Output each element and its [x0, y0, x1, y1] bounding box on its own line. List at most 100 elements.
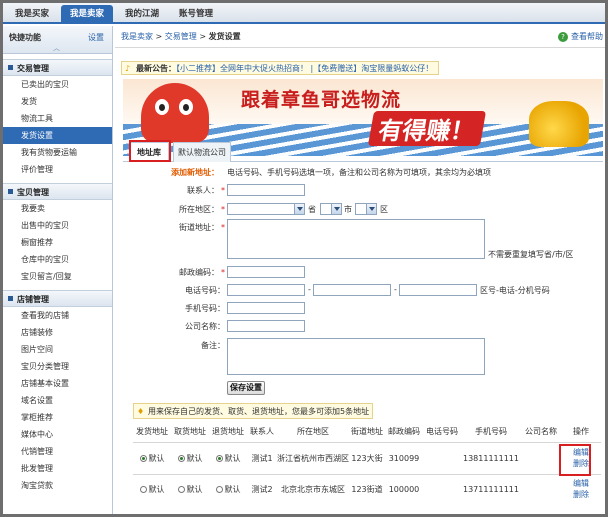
help-link[interactable]: ? 查看帮助 — [558, 26, 603, 48]
sidebar-item-decorate[interactable]: 店铺装修 — [3, 324, 112, 341]
save-settings-button[interactable]: 保存设置 — [227, 381, 265, 395]
sidebar-item-images[interactable]: 图片空间 — [3, 341, 112, 358]
district-select[interactable] — [355, 203, 377, 215]
remark-label: 备注： — [201, 341, 225, 350]
quick-functions-header: 快捷功能 设置 ︿ — [3, 26, 112, 54]
sidebar-item-ship[interactable]: 发货 — [3, 93, 112, 110]
radio-icon — [215, 486, 223, 493]
announcement-text[interactable]: 【小二推荐】全网年中大促火热招商！ |【免费赠送】淘宝限量蚂蚁公仔！ — [176, 64, 433, 73]
remark-textarea[interactable] — [227, 338, 485, 375]
announcement-bar: ♪ 最新公告：【小二推荐】全网年中大促火热招商！ |【免费赠送】淘宝限量蚂蚁公仔… — [121, 61, 439, 75]
col-phone: 电话号码 — [426, 427, 458, 436]
nav-buyer[interactable]: 我是买家 — [7, 5, 57, 24]
bell-icon: ♪ — [125, 64, 131, 73]
highlight-box-tab — [129, 140, 171, 162]
main-content: 我是卖家 > 交易管理 > 发货设置 ? 查看帮助 ♪ 最新公告：【小二推荐】全网… — [115, 26, 605, 514]
edit-link[interactable]: 编辑 — [561, 478, 601, 489]
lightbulb-icon: ♦ — [137, 407, 145, 416]
breadcrumb-seller[interactable]: 我是卖家 — [121, 32, 153, 41]
nav-seller[interactable]: 我是卖家 — [61, 5, 113, 24]
sidebar-item-logistics-tools[interactable]: 物流工具 — [3, 110, 112, 127]
return-default-radio[interactable]: 默认 — [209, 484, 247, 495]
delete-link[interactable]: 删除 — [561, 489, 601, 500]
col-zip: 邮政编码 — [388, 427, 420, 436]
sidebar-item-sell[interactable]: 我要卖 — [3, 200, 112, 217]
street-hint: 不需要重复填写省/市/区 — [488, 250, 574, 259]
phone-number-input[interactable] — [313, 284, 391, 296]
col-actions: 操作 — [573, 427, 589, 436]
col-return: 退货地址 — [212, 427, 244, 436]
quick-functions-title: 快捷功能 — [9, 33, 41, 42]
company-input[interactable] — [227, 320, 305, 332]
section-square-icon — [8, 189, 13, 194]
sidebar-item-on-sale[interactable]: 出售中的宝贝 — [3, 217, 112, 234]
highlight-box-actions — [559, 444, 591, 476]
sidebar-item-warehouse[interactable]: 仓库中的宝贝 — [3, 251, 112, 268]
col-mobile: 手机号码 — [475, 427, 507, 436]
row-region: 浙江省杭州市西湖区 — [277, 454, 349, 463]
contact-label: 联系人： * — [187, 186, 225, 195]
collapse-icon[interactable]: ︿ — [53, 43, 60, 53]
street-textarea[interactable] — [227, 219, 485, 259]
banner-slogan: 有得赚！ — [367, 111, 487, 146]
sidebar-section-items[interactable]: 宝贝管理 — [3, 183, 112, 200]
sidebar-section-store[interactable]: 店铺管理 — [3, 290, 112, 307]
region-label: 所在地区： * — [179, 205, 225, 214]
breadcrumb-sep: > — [199, 32, 207, 41]
breadcrumb-trade[interactable]: 交易管理 — [165, 32, 197, 41]
breadcrumb-sep: > — [155, 32, 163, 41]
row-mobile: 13811111111 — [463, 454, 519, 463]
announcement-label: 最新公告： — [136, 64, 176, 73]
sidebar-section-trade[interactable]: 交易管理 — [3, 59, 112, 76]
nav-jianghu[interactable]: 我的江湖 — [117, 5, 167, 24]
city-select[interactable] — [320, 203, 342, 215]
sidebar-item-wholesale[interactable]: 批发管理 — [3, 460, 112, 477]
contact-input[interactable] — [227, 184, 305, 196]
sidebar-item-loan[interactable]: 淘宝贷款 — [3, 477, 112, 494]
quick-settings-link[interactable]: 设置 — [88, 32, 104, 43]
address-tip: ♦ 用来保存自己的发货、取货、退货地址，您最多可添加5条地址 — [133, 403, 373, 419]
mobile-label: 手机号码： — [185, 304, 225, 313]
sidebar-item-domain[interactable]: 域名设置 — [3, 392, 112, 409]
col-pick: 取货地址 — [174, 427, 206, 436]
sidebar-item-messages[interactable]: 宝贝留言/回复 — [3, 268, 112, 285]
phone-hint: 区号-电话-分机号码 — [480, 286, 550, 295]
sidebar-item-consignment[interactable]: 代销管理 — [3, 443, 112, 460]
row-street: 123大街 — [351, 454, 383, 463]
return-default-radio[interactable]: 默认 — [209, 453, 247, 464]
sidebar-item-showcase[interactable]: 橱窗推荐 — [3, 234, 112, 251]
area-code-input[interactable] — [227, 284, 305, 296]
sidebar-item-sold[interactable]: 已卖出的宝贝 — [3, 76, 112, 93]
phone-label: 电话号码： — [185, 286, 225, 295]
row-region: 北京北京市东城区 — [281, 485, 345, 494]
sidebar-item-ship-settings[interactable]: 发货设置 — [3, 127, 112, 144]
row-contact: 测试2 — [251, 485, 273, 494]
sidebar-item-view-store[interactable]: 查看我的店铺 — [3, 307, 112, 324]
sidebar-item-media[interactable]: 媒体中心 — [3, 426, 112, 443]
table-row: 默认 默认 默认 测试2 北京北京市东城区 123街道 100000 13711… — [133, 474, 601, 504]
tab-default-courier[interactable]: 默认物流公司 — [173, 142, 231, 162]
ship-default-radio[interactable]: 默认 — [133, 453, 171, 464]
coins-icon — [529, 101, 589, 147]
nav-account[interactable]: 账号管理 — [171, 5, 221, 24]
sidebar-item-reviews[interactable]: 评价管理 — [3, 161, 112, 178]
radio-icon — [177, 486, 185, 493]
pick-default-radio[interactable]: 默认 — [171, 484, 209, 495]
sidebar-item-categories[interactable]: 宝贝分类管理 — [3, 358, 112, 375]
province-select[interactable] — [227, 203, 305, 215]
pick-default-radio[interactable]: 默认 — [171, 453, 209, 464]
sidebar-item-basic-settings[interactable]: 店铺基本设置 — [3, 375, 112, 392]
company-label: 公司名称： — [185, 322, 225, 331]
zip-input[interactable] — [227, 266, 305, 278]
chevron-down-icon — [294, 204, 304, 214]
extension-input[interactable] — [399, 284, 477, 296]
col-contact: 联系人 — [250, 427, 274, 436]
row-zip: 310099 — [388, 454, 420, 463]
province-unit: 省 — [308, 205, 316, 214]
mobile-input[interactable] — [227, 302, 305, 314]
zip-label: 邮政编码： * — [179, 268, 225, 277]
sidebar-item-cargo[interactable]: 我有货物要运输 — [3, 144, 112, 161]
ship-default-radio[interactable]: 默认 — [133, 484, 171, 495]
sidebar-item-recommend[interactable]: 掌柜推荐 — [3, 409, 112, 426]
row-contact: 测试1 — [251, 454, 273, 463]
